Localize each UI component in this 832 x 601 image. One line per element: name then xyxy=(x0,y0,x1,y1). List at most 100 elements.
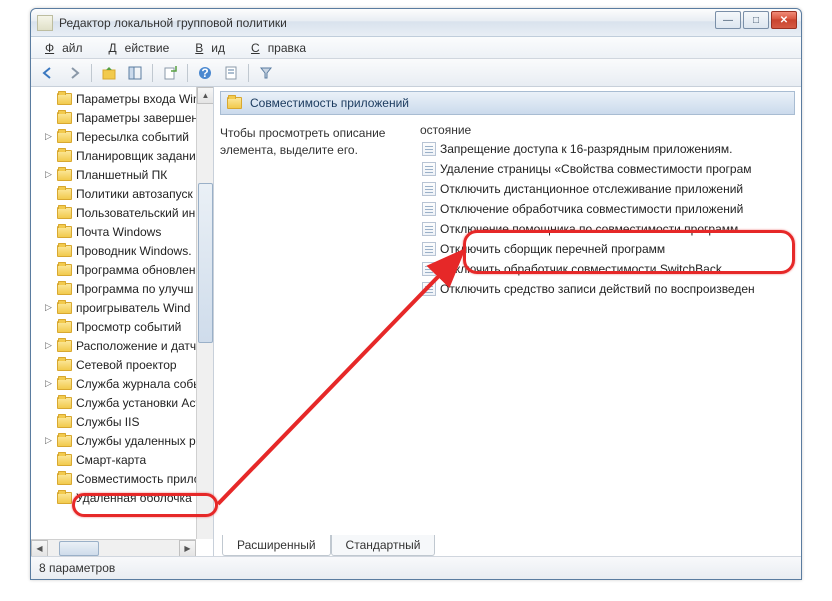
tree-item[interactable]: Просмотр событий xyxy=(35,317,213,336)
policy-label: Отключение обработчика совместимости при… xyxy=(440,202,743,216)
tree-item[interactable]: Службы IIS xyxy=(35,412,213,431)
export-button[interactable] xyxy=(159,62,181,84)
folder-icon xyxy=(227,97,242,109)
policy-item[interactable]: Отключение обработчика совместимости при… xyxy=(420,199,795,219)
policy-item[interactable]: Отключить дистанционное отслеживание при… xyxy=(420,179,795,199)
scroll-left-button[interactable]: ◀ xyxy=(31,540,48,557)
tree-item[interactable]: Программа по улучш xyxy=(35,279,213,298)
maximize-button[interactable]: □ xyxy=(743,11,769,29)
tree-item-label: Служба журнала собы xyxy=(76,377,202,391)
tree-item[interactable]: Политики автозапуск xyxy=(35,184,213,203)
tree-item[interactable]: Удаленная оболочка W xyxy=(35,488,213,507)
properties-button[interactable] xyxy=(220,62,242,84)
up-button[interactable] xyxy=(98,62,120,84)
toolbar-separator xyxy=(248,64,249,82)
folder-icon xyxy=(57,169,72,181)
tree-item-label: Проводник Windows. xyxy=(76,244,192,258)
tree-item-label: Параметры входа Wind xyxy=(76,92,206,106)
policy-item[interactable]: Отключить сборщик перечней программ xyxy=(420,239,795,259)
tree-item[interactable]: Планшетный ПК xyxy=(35,165,213,184)
policy-icon xyxy=(422,162,436,176)
tree-item[interactable]: Смарт-карта xyxy=(35,450,213,469)
folder-icon xyxy=(57,150,72,162)
filter-button[interactable] xyxy=(255,62,277,84)
policy-item[interactable]: Отключить средство записи действий по во… xyxy=(420,279,795,299)
tree-item-label: Смарт-карта xyxy=(76,453,146,467)
tree-item[interactable]: Почта Windows xyxy=(35,222,213,241)
tree-item-label: Пересылка событий xyxy=(76,130,189,144)
tree-item-label: Программа по улучш xyxy=(76,282,193,296)
tree-item-label: Параметры завершени xyxy=(76,111,205,125)
tree-item-label: Пользовательский ин xyxy=(76,206,195,220)
tree-horizontal-scrollbar[interactable]: ◀ ▶ xyxy=(31,539,196,556)
tree-item[interactable]: Служба установки Act xyxy=(35,393,213,412)
policy-label: Отключить обработчик совместимости Switc… xyxy=(440,262,722,276)
window-controls: — □ ✕ xyxy=(715,11,797,29)
tree-item[interactable]: Параметры входа Wind xyxy=(35,89,213,108)
folder-icon xyxy=(57,112,72,124)
tree-item-label: Почта Windows xyxy=(76,225,161,239)
menu-help[interactable]: Справка xyxy=(243,39,322,57)
tab-standard[interactable]: Стандартный xyxy=(331,535,436,556)
policy-list-column: остояние Запрещение доступа к 16-разрядн… xyxy=(420,121,795,552)
folder-icon xyxy=(57,321,72,333)
tree-vertical-scrollbar[interactable]: ▲ xyxy=(196,87,213,539)
tree-item-label: Просмотр событий xyxy=(76,320,181,334)
folder-icon xyxy=(57,131,72,143)
tree-item[interactable]: Пользовательский ин xyxy=(35,203,213,222)
back-button[interactable] xyxy=(37,62,59,84)
folder-icon xyxy=(57,473,72,485)
scroll-thumb[interactable] xyxy=(59,541,99,556)
policy-item[interactable]: Отключить обработчик совместимости Switc… xyxy=(420,259,795,279)
toolbar-separator xyxy=(91,64,92,82)
tree-item[interactable]: Совместимость прило xyxy=(35,469,213,488)
menubar: Файл Действие Вид Справка xyxy=(31,37,801,59)
folder-icon xyxy=(57,207,72,219)
menu-view[interactable]: Вид xyxy=(187,39,241,57)
tree-item[interactable]: Сетевой проектор xyxy=(35,355,213,374)
tree-item[interactable]: Параметры завершени xyxy=(35,108,213,127)
folder-icon xyxy=(57,340,72,352)
help-button[interactable]: ? xyxy=(194,62,216,84)
tree-item[interactable]: Расположение и датч xyxy=(35,336,213,355)
folder-icon xyxy=(57,359,72,371)
tree-item[interactable]: Пересылка событий xyxy=(35,127,213,146)
tree-item[interactable]: проигрыватель Wind xyxy=(35,298,213,317)
minimize-button[interactable]: — xyxy=(715,11,741,29)
show-hide-tree-button[interactable] xyxy=(124,62,146,84)
window-title: Редактор локальной групповой политики xyxy=(59,16,287,30)
menu-file[interactable]: Файл xyxy=(37,39,99,57)
policy-item[interactable]: Удаление страницы «Свойства совместимост… xyxy=(420,159,795,179)
status-text: 8 параметров xyxy=(39,561,115,575)
tree-pane: Параметры входа Wind Параметры завершени П… xyxy=(31,87,214,556)
tree-item-label: Службы IIS xyxy=(76,415,139,429)
policy-item[interactable]: Отключение помощника по совместимости пр… xyxy=(420,219,795,239)
scroll-right-button[interactable]: ▶ xyxy=(179,540,196,557)
tab-extended[interactable]: Расширенный xyxy=(222,535,331,556)
policy-label: Отключить дистанционное отслеживание при… xyxy=(440,182,743,196)
tree-item[interactable]: Служба журнала собы xyxy=(35,374,213,393)
statusbar: 8 параметров xyxy=(31,557,801,579)
tree-item-label: Планшетный ПК xyxy=(76,168,167,182)
toolbar: ? xyxy=(31,59,801,87)
folder-icon xyxy=(57,397,72,409)
folder-icon xyxy=(57,378,72,390)
tree-item[interactable]: Планировщик задани xyxy=(35,146,213,165)
folder-icon xyxy=(57,188,72,200)
folder-icon xyxy=(57,492,72,504)
scroll-up-button[interactable]: ▲ xyxy=(197,87,214,104)
tree-list: Параметры входа Wind Параметры завершени П… xyxy=(31,87,213,509)
policy-label: Запрещение доступа к 16-разрядным прилож… xyxy=(440,142,733,156)
tree-item[interactable]: Проводник Windows. xyxy=(35,241,213,260)
close-button[interactable]: ✕ xyxy=(771,11,797,29)
column-header-state[interactable]: остояние xyxy=(420,121,795,139)
forward-button[interactable] xyxy=(63,62,85,84)
scroll-thumb[interactable] xyxy=(198,183,213,343)
policy-label: Отключение помощника по совместимости пр… xyxy=(440,222,738,236)
tree-item-label: Совместимость прило xyxy=(76,472,200,486)
menu-action[interactable]: Действие xyxy=(101,39,186,57)
tree-item[interactable]: Службы удаленных ра xyxy=(35,431,213,450)
policy-item[interactable]: Запрещение доступа к 16-разрядным прилож… xyxy=(420,139,795,159)
tree-item[interactable]: Программа обновлен xyxy=(35,260,213,279)
tree-item-label: Планировщик задани xyxy=(76,149,196,163)
